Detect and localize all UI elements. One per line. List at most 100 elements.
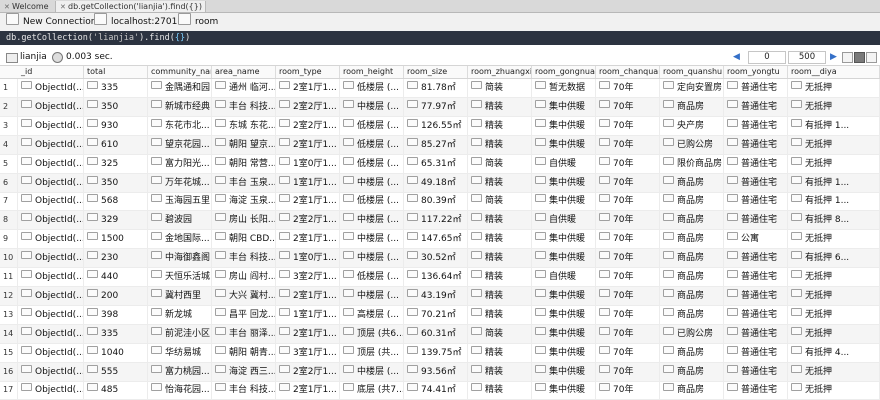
table-cell[interactable]: 有抵押 1... <box>788 173 880 192</box>
table-cell[interactable]: 80.39㎡ <box>404 192 468 211</box>
table-cell[interactable]: 商品房 <box>660 249 724 268</box>
table-cell[interactable]: 精装 <box>468 343 532 362</box>
table-cell[interactable]: 1室0厅1... <box>276 154 340 173</box>
table-row[interactable]: 11 ObjectId(... 440 天恒乐活城 房山 阎村... 3室2厅1... 低楼… <box>0 268 880 287</box>
table-cell[interactable]: 商品房 <box>660 381 724 400</box>
table-cell[interactable]: 富力桃园... <box>148 362 212 381</box>
column-header[interactable]: room__diya <box>788 66 880 78</box>
table-cell[interactable]: 普通住宅 <box>724 381 788 400</box>
table-cell[interactable]: 低楼层 (... <box>340 135 404 154</box>
table-cell[interactable]: ObjectId(... <box>18 305 84 324</box>
table-cell[interactable]: 丰台 丽泽... <box>212 324 276 343</box>
limit-input[interactable]: 500 <box>788 51 826 64</box>
table-cell[interactable]: 2室2厅1... <box>276 97 340 116</box>
table-row[interactable]: 2 ObjectId(... 350 新城市经典 丰台 科技... 2室2厅1... 中楼层… <box>0 97 880 117</box>
table-cell[interactable]: 65.31㎡ <box>404 154 468 173</box>
table-cell[interactable]: 自供暖 <box>532 211 596 230</box>
column-header[interactable]: room_yongtu <box>724 66 788 78</box>
table-cell[interactable]: 丰台 玉泉... <box>212 173 276 192</box>
table-cell[interactable]: 无抵押 <box>788 79 880 97</box>
table-cell[interactable]: ObjectId(... <box>18 135 84 154</box>
column-header[interactable]: room_gongnuan <box>532 66 596 78</box>
table-cell[interactable]: 2室1厅1... <box>276 381 340 400</box>
table-cell[interactable]: 金地国际... <box>148 230 212 249</box>
table-cell[interactable]: 139.75㎡ <box>404 343 468 362</box>
table-row[interactable]: 3 ObjectId(... 930 东花市北... 东城 东花... 2室2厅1... 低… <box>0 116 880 136</box>
table-cell[interactable]: 568 <box>84 192 148 211</box>
table-cell[interactable]: 2室2厅1... <box>276 362 340 381</box>
table-cell[interactable]: 普通住宅 <box>724 324 788 343</box>
table-cell[interactable]: 精装 <box>468 97 532 116</box>
table-cell[interactable]: 大兴 冀村... <box>212 286 276 305</box>
table-cell[interactable]: 底层 (共7... <box>340 381 404 400</box>
table-cell[interactable]: 商品房 <box>660 268 724 286</box>
table-cell[interactable]: 无抵押 <box>788 268 880 286</box>
table-row[interactable]: 10 ObjectId(... 230 中海御鑫阁 丰台 科技... 1室0厅1... 中楼… <box>0 249 880 269</box>
table-cell[interactable]: 485 <box>84 381 148 400</box>
table-cell[interactable]: 2室1厅1... <box>276 230 340 249</box>
table-cell[interactable]: ObjectId(... <box>18 154 84 173</box>
next-page-icon[interactable]: ▶ <box>830 52 837 63</box>
table-cell[interactable]: 30.52㎡ <box>404 249 468 268</box>
table-cell[interactable]: 中楼层 (... <box>340 362 404 381</box>
table-cell[interactable]: 70年 <box>596 173 660 192</box>
table-cell[interactable]: 自供暖 <box>532 154 596 173</box>
table-cell[interactable]: 85.27㎡ <box>404 135 468 154</box>
table-cell[interactable]: 简装 <box>468 324 532 343</box>
table-cell[interactable]: 无抵押 <box>788 154 880 173</box>
table-cell[interactable]: 2室1厅1... <box>276 286 340 305</box>
text-view-icon[interactable] <box>866 52 877 63</box>
table-cell[interactable]: 新龙城 <box>148 305 212 324</box>
table-cell[interactable]: 398 <box>84 305 148 324</box>
table-cell[interactable]: 精装 <box>468 381 532 400</box>
table-cell[interactable]: 70年 <box>596 286 660 305</box>
table-cell[interactable]: 2室2厅1... <box>276 211 340 230</box>
table-cell[interactable]: 70年 <box>596 230 660 249</box>
table-cell[interactable]: 低楼层 (... <box>340 79 404 97</box>
table-cell[interactable]: 70年 <box>596 97 660 116</box>
table-cell[interactable]: 普通住宅 <box>724 79 788 97</box>
table-cell[interactable]: 已购公房 <box>660 324 724 343</box>
table-cell[interactable]: 冀村西里 <box>148 286 212 305</box>
table-cell[interactable]: ObjectId(... <box>18 249 84 268</box>
table-cell[interactable]: 1室0厅1... <box>276 249 340 268</box>
table-cell[interactable]: 350 <box>84 173 148 192</box>
table-cell[interactable]: 怡海花园... <box>148 381 212 400</box>
table-cell[interactable]: ObjectId(... <box>18 286 84 305</box>
table-cell[interactable]: 精装 <box>468 135 532 154</box>
table-view-icon[interactable] <box>854 52 865 63</box>
table-cell[interactable]: 无抵押 <box>788 135 880 154</box>
table-cell[interactable]: 147.65㎡ <box>404 230 468 249</box>
table-cell[interactable]: 海淀 西三... <box>212 362 276 381</box>
table-cell[interactable]: 335 <box>84 324 148 343</box>
table-cell[interactable]: 集中供暖 <box>532 135 596 154</box>
table-cell[interactable]: ObjectId(... <box>18 381 84 400</box>
table-cell[interactable]: 无抵押 <box>788 97 880 116</box>
table-cell[interactable]: 前泥洼小区 <box>148 324 212 343</box>
table-cell[interactable]: 70.21㎡ <box>404 305 468 324</box>
table-cell[interactable]: 集中供暖 <box>532 97 596 116</box>
table-cell[interactable]: 昌平 回龙... <box>212 305 276 324</box>
table-cell[interactable]: 329 <box>84 211 148 230</box>
table-cell[interactable]: 中楼层 (... <box>340 230 404 249</box>
table-cell[interactable]: 无抵押 <box>788 286 880 305</box>
table-cell[interactable]: 商品房 <box>660 305 724 324</box>
table-cell[interactable]: 60.31㎡ <box>404 324 468 343</box>
table-cell[interactable]: 天恒乐活城 <box>148 268 212 286</box>
table-cell[interactable]: 商品房 <box>660 362 724 381</box>
table-cell[interactable]: 中海御鑫阁 <box>148 249 212 268</box>
column-header[interactable]: room_chanquan <box>596 66 660 78</box>
table-cell[interactable]: 325 <box>84 154 148 173</box>
column-header[interactable]: _id <box>18 66 84 78</box>
table-cell[interactable]: 中楼层 (... <box>340 173 404 192</box>
table-cell[interactable]: 无抵押 <box>788 362 880 381</box>
table-cell[interactable]: 商品房 <box>660 173 724 192</box>
table-cell[interactable]: 房山 长阳... <box>212 211 276 230</box>
table-cell[interactable]: 70年 <box>596 268 660 286</box>
table-cell[interactable]: 70年 <box>596 211 660 230</box>
table-row[interactable]: 14 ObjectId(... 335 前泥洼小区 丰台 丽泽... 2室1厅1... 顶层… <box>0 324 880 344</box>
table-cell[interactable]: 普通住宅 <box>724 211 788 230</box>
table-cell[interactable]: 精装 <box>468 173 532 192</box>
tab-welcome[interactable]: ✕ Welcome <box>0 1 56 12</box>
table-cell[interactable]: 无抵押 <box>788 324 880 343</box>
